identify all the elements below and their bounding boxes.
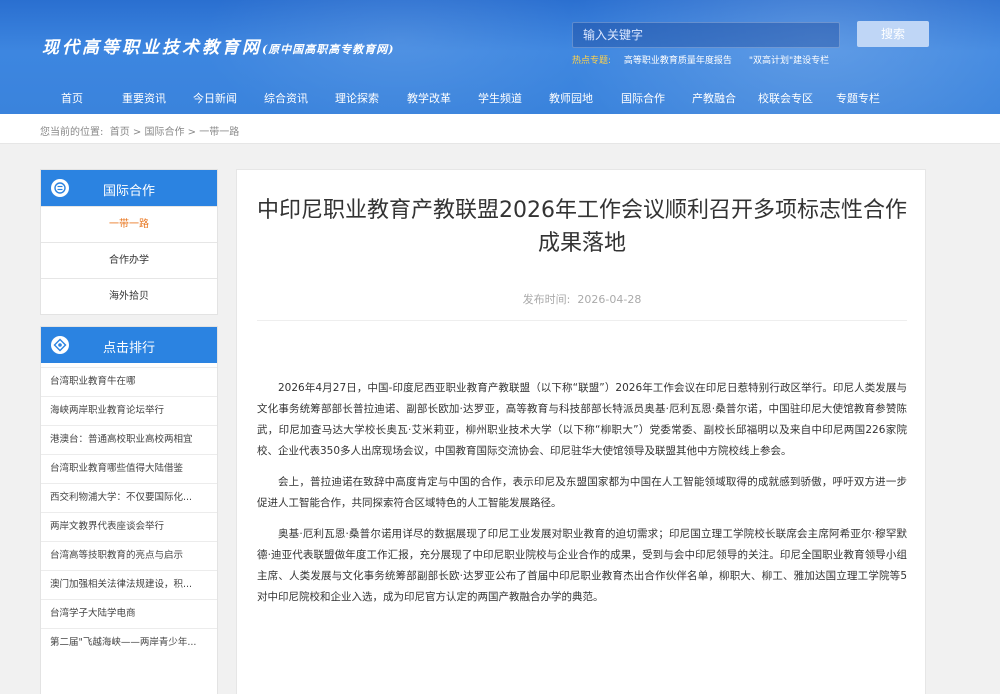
- ranking-item[interactable]: 台湾职业教育哪些值得大陆借鉴: [41, 454, 217, 483]
- article-panel: 中印尼职业教育产教联盟2026年工作会议顺利召开多项标志性合作成果落地 发布时间…: [236, 169, 926, 694]
- hot-topics: 热点专题: 高等职业教育质量年度报告 "双高计划"建设专栏: [572, 53, 843, 66]
- category-header: 国际合作: [41, 170, 217, 206]
- hot-topic-link[interactable]: 高等职业教育质量年度报告: [624, 56, 732, 66]
- breadcrumb-bar: 您当前的位置: 首页 > 国际合作 > 一带一路: [0, 114, 1000, 144]
- nav-item-industry-education[interactable]: 产教融合: [692, 90, 736, 106]
- breadcrumb: 您当前的位置: 首页 > 国际合作 > 一带一路: [40, 123, 239, 138]
- ranking-header: 点击排行: [41, 327, 217, 363]
- nav-item-international[interactable]: 国际合作: [621, 90, 665, 106]
- nav-item-alliance[interactable]: 校联会专区: [758, 90, 813, 106]
- ranking-item[interactable]: 澳门加强相关法律法规建设，积...: [41, 570, 217, 599]
- category-title: 国际合作: [103, 184, 156, 199]
- main-nav: 首页 重要资讯 今日新闻 综合资讯 理论探索 教学改革 学生频道 教师园地 国际…: [0, 86, 1000, 108]
- search-input[interactable]: 输入关键字: [572, 22, 840, 48]
- ranking-item[interactable]: 台湾职业教育牛在哪: [41, 367, 217, 396]
- article-paragraph: 奥基·厄利瓦恩·桑普尔诺用详尽的数据展现了印尼工业发展对职业教育的迫切需求；印尼…: [257, 528, 907, 603]
- nav-item-teaching-reform[interactable]: 教学改革: [407, 90, 451, 106]
- nav-item-students[interactable]: 学生频道: [478, 90, 522, 106]
- divider: [257, 320, 907, 321]
- ranking-item[interactable]: 第二届"飞越海峡——两岸青少年...: [41, 628, 217, 657]
- breadcrumb-prefix: 您当前的位置:: [40, 127, 104, 138]
- ranking-item[interactable]: 台湾高等技职教育的亮点与启示: [41, 541, 217, 570]
- article-meta: 发布时间: 2026-04-28: [237, 291, 927, 307]
- ranking-panel: 点击排行 台湾职业教育牛在哪 海峡两岸职业教育论坛举行 港澳台：普通高校职业高校…: [40, 326, 218, 694]
- ranking-item[interactable]: 台湾学子大陆学电商: [41, 599, 217, 628]
- menu-item-belt-road[interactable]: 一带一路: [41, 206, 217, 242]
- publish-label: 发布时间:: [522, 293, 571, 306]
- article-paragraph: 会上，普拉迪诺在致辞中高度肯定与中国的合作，表示印尼及东盟国家都为中国在人工智能…: [257, 476, 907, 509]
- nav-item-today-news[interactable]: 今日新闻: [193, 90, 237, 106]
- ranking-item[interactable]: 两岸文教界代表座谈会举行: [41, 512, 217, 541]
- nav-item-general-news[interactable]: 综合资讯: [264, 90, 308, 106]
- category-panel: 国际合作 一带一路 合作办学 海外拾贝: [40, 169, 218, 315]
- article-body: 2026年4月27日，中国-印度尼西亚职业教育产教联盟（以下称“联盟”）2026…: [257, 378, 907, 618]
- menu-list-icon: [51, 179, 69, 197]
- publish-date: 2026-04-28: [577, 293, 642, 306]
- breadcrumb-path[interactable]: 首页 > 国际合作 > 一带一路: [110, 127, 239, 138]
- logo-main: 现代高等职业技术教育网: [42, 38, 262, 58]
- nav-item-important-news[interactable]: 重要资讯: [122, 90, 166, 106]
- article-paragraph: 2026年4月27日，中国-印度尼西亚职业教育产教联盟（以下称“联盟”）2026…: [257, 382, 907, 457]
- site-logo[interactable]: 现代高等职业技术教育网(原中国高职高专教育网): [42, 33, 394, 58]
- nav-item-special-topics[interactable]: 专题专栏: [836, 90, 880, 106]
- ranking-item[interactable]: 海峡两岸职业教育论坛举行: [41, 396, 217, 425]
- search-button[interactable]: 搜索: [857, 21, 929, 47]
- nav-item-home[interactable]: 首页: [61, 90, 83, 106]
- ranking-icon: [51, 336, 69, 354]
- ranking-title: 点击排行: [103, 341, 156, 356]
- menu-item-overseas[interactable]: 海外拾贝: [41, 278, 217, 314]
- site-header: 现代高等职业技术教育网(原中国高职高专教育网) 输入关键字 搜索 热点专题: 高…: [0, 0, 1000, 114]
- nav-item-theory[interactable]: 理论探索: [335, 90, 379, 106]
- menu-item-cooperative-schooling[interactable]: 合作办学: [41, 242, 217, 278]
- hot-topic-link[interactable]: "双高计划"建设专栏: [749, 56, 829, 66]
- logo-sub: (原中国高职高专教育网): [262, 43, 395, 56]
- nav-item-teachers[interactable]: 教师园地: [549, 90, 593, 106]
- hot-topics-label: 热点专题:: [572, 56, 612, 66]
- article-title: 中印尼职业教育产教联盟2026年工作会议顺利召开多项标志性合作成果落地: [257, 198, 907, 256]
- ranking-item[interactable]: 港澳台：普通高校职业高校两相宜: [41, 425, 217, 454]
- ranking-item[interactable]: 西交利物浦大学：不仅要国际化...: [41, 483, 217, 512]
